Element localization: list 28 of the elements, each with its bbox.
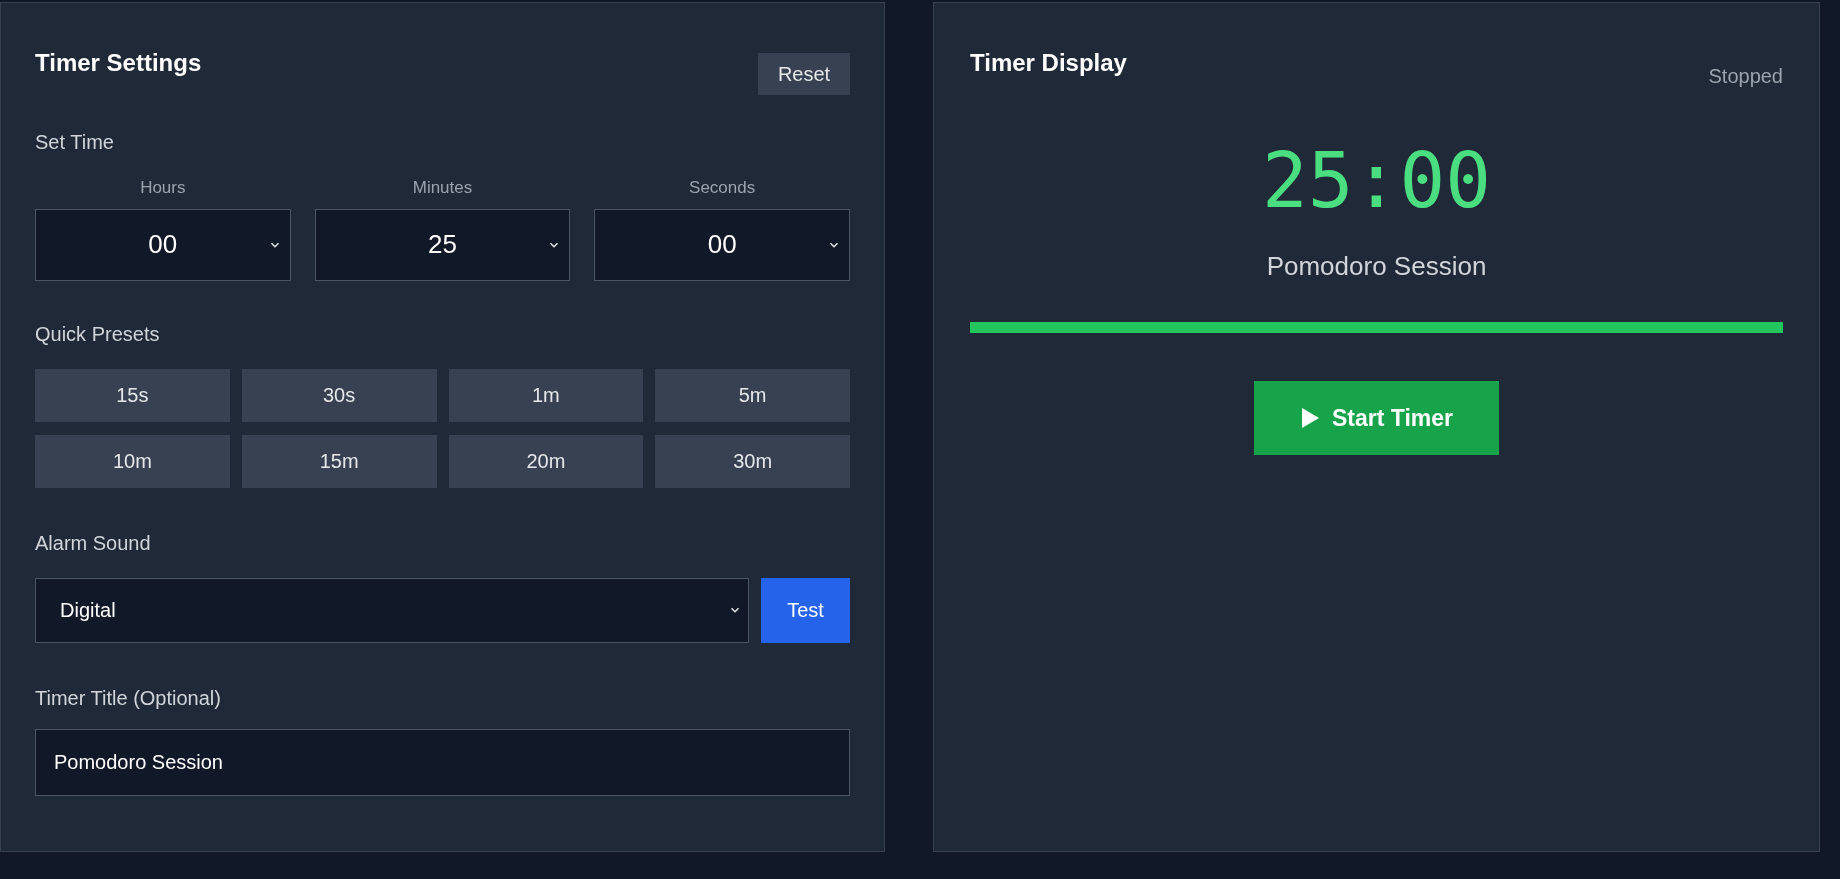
preset-button[interactable]: 1m	[448, 368, 644, 422]
section-label: Quick Presets	[35, 321, 161, 347]
panel-title: Timer Settings	[35, 48, 202, 78]
preset-button[interactable]: 20m	[448, 434, 644, 488]
preset-button[interactable]: 5m	[655, 368, 850, 422]
field-label: Hours	[140, 177, 186, 199]
test-button[interactable]: Test	[761, 577, 850, 643]
preset-button[interactable]: 15s	[35, 368, 230, 422]
time-select[interactable]: 00	[594, 208, 850, 281]
field-label: Seconds	[689, 177, 756, 199]
section-label: Alarm Sound	[35, 530, 152, 556]
preset-button[interactable]: 15m	[241, 434, 437, 488]
panel-title: Timer Display	[970, 48, 1127, 78]
section-label: Set Time	[35, 130, 115, 155]
alarm-select[interactable]: Digital	[35, 577, 749, 643]
title-input[interactable]: Pomodoro Session	[35, 728, 850, 796]
time-select[interactable]: 25	[314, 208, 571, 281]
play-icon	[1300, 407, 1320, 429]
timer-readout: 25:00	[1262, 143, 1491, 219]
reset-button[interactable]: Reset	[758, 53, 850, 95]
time-select[interactable]: 00	[35, 208, 291, 281]
preset-button[interactable]: 10m	[35, 434, 230, 488]
session-title: Pomodoro Session	[1266, 250, 1487, 283]
preset-button[interactable]: 30s	[241, 368, 437, 422]
preset-button[interactable]: 30m	[655, 434, 850, 488]
field-label: Minutes	[412, 177, 473, 199]
status-text: Stopped	[1708, 64, 1783, 89]
section-label: Timer Title (Optional)	[35, 685, 222, 711]
